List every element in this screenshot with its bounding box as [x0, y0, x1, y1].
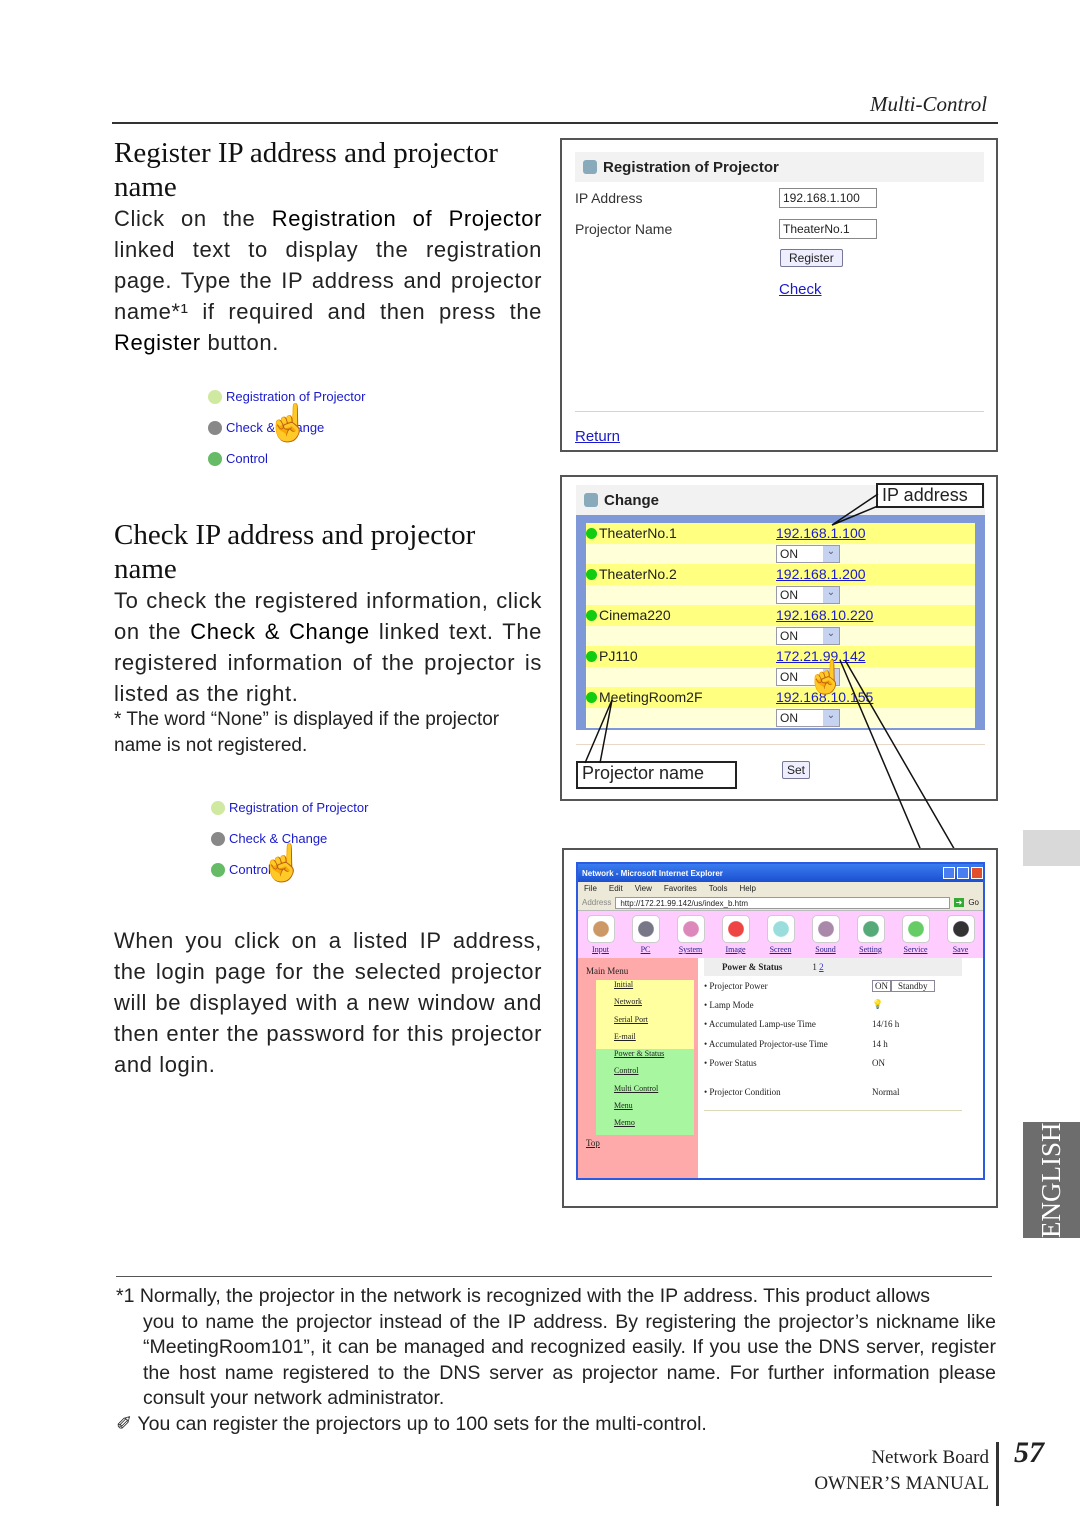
minimize-button[interactable] — [943, 867, 955, 879]
sidebar-link[interactable]: Menu — [614, 1101, 694, 1118]
close-button[interactable] — [971, 867, 983, 879]
side-tab — [1023, 830, 1080, 866]
menu-item[interactable]: View — [635, 884, 652, 893]
sidebar-link[interactable]: Serial Port — [614, 1015, 694, 1032]
divider — [996, 1442, 999, 1506]
status-row: • Accumulated Projector-use Time 14 h — [704, 1038, 888, 1049]
system-icon — [676, 915, 705, 943]
status-content: Power & Status 1 2 • Projector Power ON St… — [704, 958, 962, 1111]
section-title: Power & Status — [722, 962, 783, 972]
status-row: • Lamp Mode 💡 — [704, 999, 884, 1010]
page-2-link[interactable]: 2 — [819, 962, 824, 972]
title-bar: Network - Microsoft Internet Explorer — [578, 864, 983, 882]
top-link[interactable]: Top — [586, 1138, 600, 1148]
sidebar-title: Main Menu — [586, 966, 629, 976]
tool-save[interactable]: Save — [946, 915, 975, 958]
tool-input[interactable]: Input — [586, 915, 615, 958]
status-row: • Power Status ON — [704, 1057, 885, 1068]
image-icon — [721, 915, 750, 943]
hand-cursor-icon: ☝ — [806, 659, 846, 695]
status-row: • Projector Power ON Standby — [704, 976, 962, 995]
service-icon — [901, 915, 930, 943]
go-button[interactable]: Go — [968, 898, 979, 907]
menu-item[interactable]: Edit — [609, 884, 623, 893]
menu-item[interactable]: Tools — [709, 884, 728, 893]
on-button[interactable]: ON — [872, 979, 891, 992]
menu-item[interactable]: File — [584, 884, 597, 893]
sidebar-link[interactable]: Network — [614, 997, 694, 1014]
tool-sound[interactable]: Sound — [811, 915, 840, 958]
sound-icon — [811, 915, 840, 943]
tool-pc[interactable]: PC — [631, 915, 660, 958]
save-icon — [946, 915, 975, 943]
sidebar-link[interactable]: E-mail — [614, 1032, 694, 1049]
language-tab: ENGLISH — [1023, 1122, 1080, 1238]
divider — [116, 1276, 992, 1277]
footer: Network Board OWNER’S MANUAL — [814, 1447, 989, 1494]
input-icon — [586, 915, 615, 943]
pc-icon — [631, 915, 660, 943]
tool-service[interactable]: Service — [901, 915, 930, 958]
screen-icon — [766, 915, 795, 943]
maximize-button[interactable] — [957, 867, 969, 879]
tool-setting[interactable]: Setting — [856, 915, 885, 958]
sidebar-link[interactable]: Initial — [614, 980, 694, 997]
status-row: • Accumulated Lamp-use Time 14/16 h — [704, 1019, 900, 1030]
tool-screen[interactable]: Screen — [766, 915, 795, 958]
tip-text: ✐ You can register the projectors up to … — [116, 1412, 707, 1435]
footnote-line: *1 Normally, the projector in the networ… — [116, 1285, 930, 1307]
url-input[interactable]: http://172.21.99.142/us/index_b.htm — [615, 896, 950, 909]
menu-item[interactable]: Favorites — [664, 884, 697, 893]
sidebar-link[interactable]: Memo — [614, 1118, 694, 1135]
sidebar-link[interactable]: Control — [614, 1066, 694, 1083]
setting-icon — [856, 915, 885, 943]
tool-image[interactable]: Image — [721, 915, 750, 958]
menu-bar: File Edit View Favorites Tools Help — [578, 882, 983, 895]
tool-system[interactable]: System — [676, 915, 705, 958]
menu-item[interactable]: Help — [739, 884, 755, 893]
toolbar: Input PC System Image Screen Sound Setting Serv… — [578, 911, 983, 958]
footnote: *1 Normally, the projector in the networ… — [116, 1284, 996, 1438]
browser-window: Network - Microsoft Internet Explorer Fi… — [576, 862, 985, 1180]
sidebar: Main Menu Initial Network Serial Port E-mai… — [578, 958, 698, 1178]
footnote-text: you to name the projector instead of the… — [143, 1310, 996, 1410]
go-arrow-icon[interactable]: ➜ — [953, 898, 965, 907]
sidebar-link[interactable]: Power & Status — [614, 1049, 694, 1066]
sidebar-link[interactable]: Multi Control — [614, 1084, 694, 1101]
lamp-icons: 💡 — [872, 999, 884, 1010]
page-number: 57 — [1014, 1436, 1044, 1469]
address-bar: Address http://172.21.99.142/us/index_b.h… — [578, 895, 983, 911]
standby-button[interactable]: Standby — [891, 979, 935, 992]
status-row: • Projector Condition Normal — [704, 1087, 900, 1098]
